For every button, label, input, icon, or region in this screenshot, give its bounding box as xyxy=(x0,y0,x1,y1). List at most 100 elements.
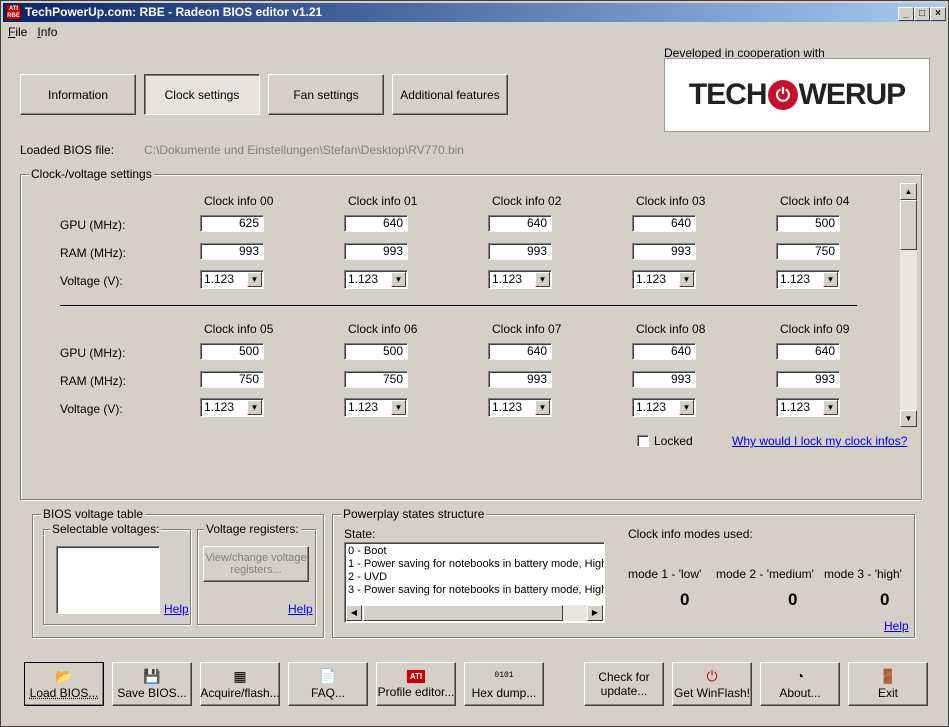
voltage-select[interactable]: 1.123 ▼ xyxy=(344,270,408,289)
list-item[interactable]: 2 - UVD xyxy=(348,571,601,584)
ram-clock-field[interactable]: 993 xyxy=(488,243,552,260)
clock-scrollbar[interactable]: ▲ ▼ xyxy=(900,183,917,427)
voltage-select[interactable]: 1.123 ▼ xyxy=(488,270,552,289)
mode-low-label: mode 1 - 'low' xyxy=(628,567,702,581)
list-item[interactable]: 1 - Power saving for notebooks in batter… xyxy=(348,558,604,571)
state-hscrollbar[interactable]: ◀ ▶ xyxy=(346,605,603,621)
clock-info-header: Clock info 03 xyxy=(636,194,706,208)
locked-checkbox[interactable] xyxy=(637,435,649,447)
faq-button[interactable]: 📄 FAQ... xyxy=(288,662,368,706)
window-title: TechPowerUp.com: RBE - Radeon BIOS edito… xyxy=(25,5,323,19)
ram-clock-field[interactable]: 993 xyxy=(632,243,696,260)
acquire-flash-button[interactable]: ▦ Acquire/flash... xyxy=(200,662,280,706)
locked-label: Locked xyxy=(654,434,693,448)
chevron-down-icon[interactable]: ▼ xyxy=(391,272,406,287)
gpu-clock-field[interactable]: 640 xyxy=(632,343,696,360)
ati-logo-icon: ATI xyxy=(407,669,425,683)
techpowerup-logo[interactable]: TECH ⏻ WERUP xyxy=(664,58,930,132)
why-lock-link[interactable]: Why would I lock my clock infos? xyxy=(732,434,907,448)
voltage-value: 1.123 xyxy=(780,272,811,286)
tab-information[interactable]: Information xyxy=(20,74,136,115)
state-list[interactable]: 0 - Boot 1 - Power saving for notebooks … xyxy=(344,542,605,623)
clock-info-header: Clock info 05 xyxy=(204,322,274,336)
close-button[interactable]: × xyxy=(930,7,946,21)
tab-additional-features-label: Additional features xyxy=(400,87,500,102)
gpu-clock-field[interactable]: 640 xyxy=(344,215,408,232)
tab-clock-settings[interactable]: Clock settings xyxy=(144,74,260,115)
voltage-select[interactable]: 1.123 ▼ xyxy=(776,270,840,289)
power-icon: ⏻ xyxy=(706,668,718,684)
hex-dump-button[interactable]: 0101 Hex dump... xyxy=(464,662,544,706)
exit-button[interactable]: 🚪 Exit xyxy=(848,662,928,706)
ram-clock-field[interactable]: 993 xyxy=(632,371,696,388)
scroll-left-icon[interactable]: ◀ xyxy=(346,605,362,621)
chevron-down-icon[interactable]: ▼ xyxy=(391,400,406,415)
chip-icon: ▦ xyxy=(233,668,247,684)
voltage-select[interactable]: 1.123 ▼ xyxy=(776,398,840,417)
menu-info[interactable]: Info xyxy=(32,23,62,41)
list-item[interactable]: 3 - Power saving for notebooks in batter… xyxy=(348,584,604,597)
scroll-right-icon[interactable]: ▶ xyxy=(587,605,603,621)
chevron-down-icon[interactable]: ▼ xyxy=(823,272,838,287)
chevron-down-icon[interactable]: ▼ xyxy=(247,400,262,415)
voltage-select[interactable]: 1.123 ▼ xyxy=(200,398,264,417)
chevron-down-icon[interactable]: ▼ xyxy=(679,272,694,287)
ram-clock-field[interactable]: 750 xyxy=(776,243,840,260)
load-bios-button[interactable]: 📂 Load BIOS... xyxy=(24,662,104,706)
view-voltage-registers-button[interactable]: View/change voltage registers... xyxy=(203,546,309,582)
about-button[interactable]: ◔ About... xyxy=(760,662,840,706)
clock-info-header: Clock info 04 xyxy=(780,194,850,208)
gpu-clock-field[interactable]: 500 xyxy=(344,343,408,360)
chevron-down-icon[interactable]: ▼ xyxy=(535,272,550,287)
ram-clock-field[interactable]: 993 xyxy=(776,371,840,388)
minimize-button[interactable]: _ xyxy=(898,7,914,21)
list-item[interactable]: 0 - Boot xyxy=(348,545,601,558)
profile-editor-button[interactable]: ATI Profile editor... xyxy=(376,662,456,706)
menu-file[interactable]: File xyxy=(3,23,32,41)
scroll-down-icon[interactable]: ▼ xyxy=(900,410,917,427)
gpu-clock-field[interactable]: 500 xyxy=(200,343,264,360)
acquire-flash-label: Acquire/flash... xyxy=(200,686,280,700)
gpu-clock-field[interactable]: 500 xyxy=(776,215,840,232)
chevron-down-icon[interactable]: ▼ xyxy=(535,400,550,415)
ram-clock-field[interactable]: 750 xyxy=(200,371,264,388)
chevron-down-icon[interactable]: ▼ xyxy=(247,272,262,287)
powerplay-help-link[interactable]: Help xyxy=(884,619,909,633)
tab-additional-features[interactable]: Additional features xyxy=(392,74,508,115)
ram-label-1: RAM (MHz): xyxy=(60,246,126,260)
chevron-down-icon[interactable]: ▼ xyxy=(823,400,838,415)
get-winflash-button[interactable]: ⏻ Get WinFlash! xyxy=(672,662,752,706)
ram-clock-field[interactable]: 750 xyxy=(344,371,408,388)
voltage-select[interactable]: 1.123 ▼ xyxy=(632,270,696,289)
voltage-value: 1.123 xyxy=(492,272,523,286)
scroll-thumb[interactable] xyxy=(900,200,917,250)
check-update-button[interactable]: Check for update... xyxy=(584,662,664,706)
registers-help-link[interactable]: Help xyxy=(288,602,313,616)
voltage-select[interactable]: 1.123 ▼ xyxy=(344,398,408,417)
voltage-select[interactable]: 1.123 ▼ xyxy=(200,270,264,289)
gpu-clock-field[interactable]: 640 xyxy=(776,343,840,360)
ram-clock-field[interactable]: 993 xyxy=(488,371,552,388)
voltage-value: 1.123 xyxy=(636,400,667,414)
voltage-select[interactable]: 1.123 ▼ xyxy=(632,398,696,417)
ram-clock-field[interactable]: 993 xyxy=(200,243,264,260)
folder-open-icon: 📂 xyxy=(55,668,73,684)
save-bios-button[interactable]: 💾 Save BIOS... xyxy=(112,662,192,706)
hscroll-thumb[interactable] xyxy=(363,605,563,621)
get-winflash-label: Get WinFlash! xyxy=(673,686,751,700)
mode-high-value: 0 xyxy=(880,590,890,609)
chevron-down-icon[interactable]: ▼ xyxy=(679,400,694,415)
voltage-help-link[interactable]: Help xyxy=(164,602,189,616)
maximize-button[interactable]: □ xyxy=(914,7,930,21)
gpu-clock-field[interactable]: 640 xyxy=(632,215,696,232)
gpu-clock-field[interactable]: 640 xyxy=(488,215,552,232)
gpu-clock-field[interactable]: 640 xyxy=(488,343,552,360)
selectable-voltages-list[interactable] xyxy=(56,546,160,614)
voltage-select[interactable]: 1.123 ▼ xyxy=(488,398,552,417)
title-bar[interactable]: ATI RBE TechPowerUp.com: RBE - Radeon BI… xyxy=(3,3,946,22)
tab-fan-settings[interactable]: Fan settings xyxy=(268,74,384,115)
clock-info-header: Clock info 02 xyxy=(492,194,562,208)
scroll-up-icon[interactable]: ▲ xyxy=(900,183,917,200)
ram-clock-field[interactable]: 993 xyxy=(344,243,408,260)
gpu-clock-field[interactable]: 625 xyxy=(200,215,264,232)
